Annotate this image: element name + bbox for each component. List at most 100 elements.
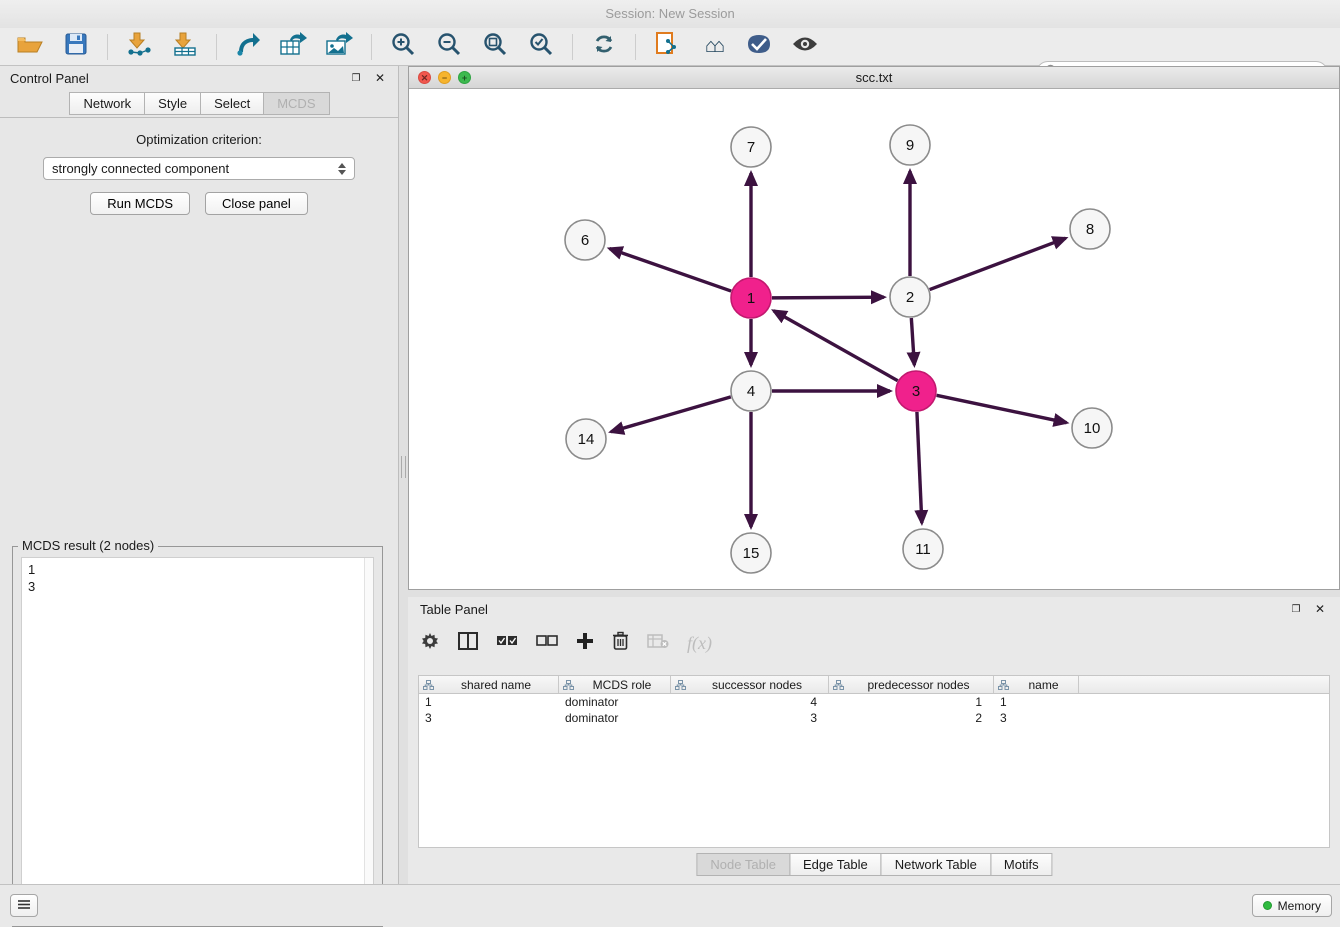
network-table-tools-button[interactable] bbox=[274, 31, 314, 63]
column-header-predecessor-nodes[interactable]: predecessor nodes bbox=[829, 676, 994, 693]
edge-2-8[interactable] bbox=[930, 238, 1066, 289]
table-cell[interactable]: dominator bbox=[559, 710, 671, 726]
table-row[interactable]: 3dominator323 bbox=[419, 710, 1329, 726]
table-cell[interactable]: 3 bbox=[671, 710, 829, 726]
tab-motifs[interactable]: Motifs bbox=[990, 853, 1053, 876]
network-view-window: ✕ − + scc.txt 7 9 6 8 1 2 4 3 14 10 15 11 bbox=[408, 66, 1340, 590]
zoom-in-button[interactable] bbox=[383, 31, 423, 63]
table-cell[interactable]: 4 bbox=[671, 694, 829, 710]
zoom-window-icon[interactable]: + bbox=[458, 71, 471, 84]
annotations-button[interactable] bbox=[739, 31, 779, 63]
close-panel-button[interactable]: Close panel bbox=[205, 192, 308, 215]
edge-4-14[interactable] bbox=[611, 397, 731, 432]
task-history-button[interactable] bbox=[10, 894, 38, 917]
main-toolbar: ⌂⌂ bbox=[0, 28, 1340, 66]
close-panel-icon[interactable]: ✕ bbox=[372, 70, 388, 86]
graph-node-4[interactable]: 4 bbox=[731, 371, 771, 411]
table-cell[interactable]: 1 bbox=[419, 694, 559, 710]
import-network-icon bbox=[126, 32, 152, 61]
delete-table-disabled-icon bbox=[647, 633, 669, 654]
settings-gear-icon[interactable] bbox=[420, 631, 440, 656]
table-cell[interactable]: 1 bbox=[994, 694, 1079, 710]
tab-node-table[interactable]: Node Table bbox=[696, 853, 790, 876]
export-image-button[interactable] bbox=[320, 31, 360, 63]
graph-node-9[interactable]: 9 bbox=[890, 125, 930, 165]
memory-label: Memory bbox=[1278, 899, 1321, 913]
graph-node-8[interactable]: 8 bbox=[1070, 209, 1110, 249]
zoom-selected-button[interactable] bbox=[521, 31, 561, 63]
add-column-icon[interactable] bbox=[576, 632, 594, 655]
network-canvas[interactable]: 7 9 6 8 1 2 4 3 14 10 15 11 bbox=[409, 89, 1339, 589]
graph-node-6[interactable]: 6 bbox=[565, 220, 605, 260]
table-cell[interactable]: 3 bbox=[994, 710, 1079, 726]
refresh-button[interactable] bbox=[584, 31, 624, 63]
network-arrows-icon bbox=[235, 32, 261, 61]
edge-3-11[interactable] bbox=[917, 412, 922, 523]
zoom-fit-icon bbox=[483, 32, 507, 61]
show-hide-button[interactable] bbox=[785, 31, 825, 63]
save-floppy-icon bbox=[65, 33, 87, 60]
annotation-badge-icon bbox=[746, 33, 772, 60]
column-layout-icon[interactable] bbox=[458, 632, 478, 655]
tab-network-table[interactable]: Network Table bbox=[881, 853, 991, 876]
result-scrollbar[interactable] bbox=[364, 558, 373, 917]
close-window-icon[interactable]: ✕ bbox=[418, 71, 431, 84]
edge-1-2[interactable] bbox=[772, 297, 884, 298]
float-panel-icon[interactable]: ❐ bbox=[348, 70, 364, 86]
edge-1-6[interactable] bbox=[610, 249, 732, 291]
control-panel-title: Control Panel bbox=[10, 71, 89, 86]
open-session-button[interactable] bbox=[10, 31, 50, 63]
delete-column-icon[interactable] bbox=[612, 631, 629, 656]
tab-network[interactable]: Network bbox=[69, 92, 145, 115]
table-cell[interactable]: 3 bbox=[419, 710, 559, 726]
import-table-button[interactable] bbox=[165, 31, 205, 63]
graph-node-1[interactable]: 1 bbox=[731, 278, 771, 318]
optimization-criterion-select[interactable]: strongly connected component bbox=[43, 157, 355, 180]
graph-node-14[interactable]: 14 bbox=[566, 419, 606, 459]
table-header-row: shared nameMCDS rolesuccessor nodesprede… bbox=[419, 676, 1329, 694]
edge-2-3[interactable] bbox=[911, 318, 914, 365]
close-table-panel-icon[interactable]: ✕ bbox=[1312, 601, 1328, 617]
column-header-shared-name[interactable]: shared name bbox=[419, 676, 559, 693]
run-mcds-button[interactable]: Run MCDS bbox=[90, 192, 190, 215]
select-all-checkboxes-icon[interactable] bbox=[496, 634, 518, 652]
network-tools-button[interactable] bbox=[228, 31, 268, 63]
home-layout-button[interactable]: ⌂⌂ bbox=[693, 31, 733, 63]
import-network-button[interactable] bbox=[119, 31, 159, 63]
column-header-name[interactable]: name bbox=[994, 676, 1079, 693]
graph-node-15[interactable]: 15 bbox=[731, 533, 771, 573]
copy-network-button[interactable] bbox=[647, 31, 687, 63]
horizontal-splitter[interactable] bbox=[408, 590, 1340, 597]
minimize-window-icon[interactable]: − bbox=[438, 71, 451, 84]
home-icon: ⌂⌂ bbox=[705, 35, 721, 58]
edge-3-10[interactable] bbox=[937, 395, 1067, 422]
table-cell[interactable]: 2 bbox=[829, 710, 994, 726]
graph-node-11[interactable]: 11 bbox=[903, 529, 943, 569]
vertical-splitter[interactable] bbox=[399, 66, 408, 884]
table-cell[interactable]: 1 bbox=[829, 694, 994, 710]
graph-node-7[interactable]: 7 bbox=[731, 127, 771, 167]
table-row[interactable]: 1dominator411 bbox=[419, 694, 1329, 710]
memory-button[interactable]: Memory bbox=[1252, 894, 1332, 917]
graph-node-10[interactable]: 10 bbox=[1072, 408, 1112, 448]
tab-edge-table[interactable]: Edge Table bbox=[789, 853, 882, 876]
graph-node-2[interactable]: 2 bbox=[890, 277, 930, 317]
table-cell[interactable]: dominator bbox=[559, 694, 671, 710]
graph-node-3[interactable]: 3 bbox=[896, 371, 936, 411]
tab-select[interactable]: Select bbox=[200, 92, 264, 115]
column-header-MCDS-role[interactable]: MCDS role bbox=[559, 676, 671, 693]
zoom-out-button[interactable] bbox=[429, 31, 469, 63]
mcds-result-list[interactable]: 1 3 bbox=[21, 557, 374, 918]
network-window-titlebar[interactable]: ✕ − + scc.txt bbox=[409, 67, 1339, 89]
tab-style[interactable]: Style bbox=[144, 92, 201, 115]
node-table: shared nameMCDS rolesuccessor nodesprede… bbox=[418, 675, 1330, 848]
zoom-fit-button[interactable] bbox=[475, 31, 515, 63]
table-panel-header: Table Panel ❐ ✕ bbox=[408, 597, 1340, 621]
deselect-all-checkboxes-icon[interactable] bbox=[536, 634, 558, 652]
tab-mcds[interactable]: MCDS bbox=[263, 92, 329, 115]
float-table-panel-icon[interactable]: ❐ bbox=[1288, 601, 1304, 617]
zoom-in-icon bbox=[391, 32, 415, 61]
column-header-successor-nodes[interactable]: successor nodes bbox=[671, 676, 829, 693]
edge-3-1[interactable] bbox=[774, 311, 898, 381]
save-session-button[interactable] bbox=[56, 31, 96, 63]
